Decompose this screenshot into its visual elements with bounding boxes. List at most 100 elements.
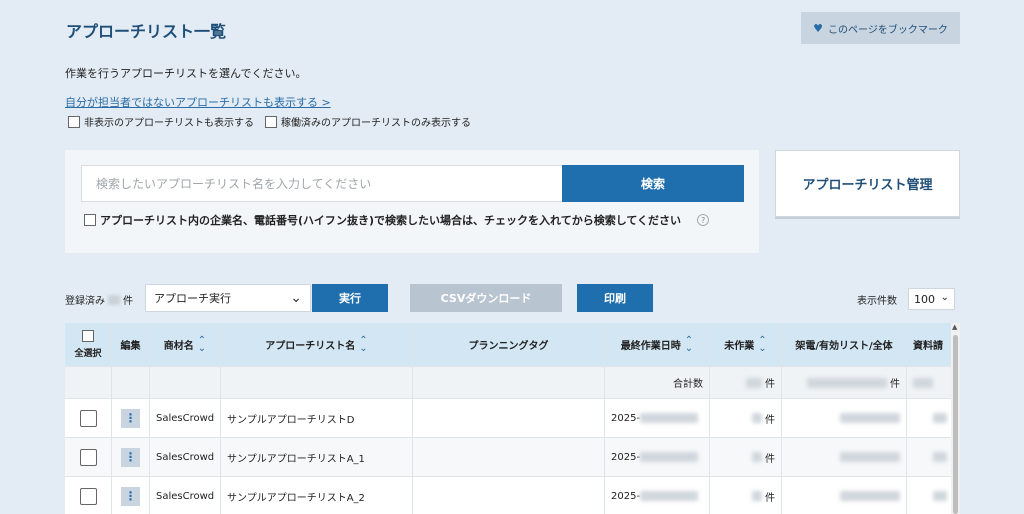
total-label: 合計数 xyxy=(605,367,710,399)
total-row: 合計数 件 件 xyxy=(65,367,951,399)
manage-list-button[interactable]: アプローチリスト管理 xyxy=(775,150,960,217)
list-name-cell[interactable]: サンプルアプローチリストA_2 xyxy=(221,477,413,514)
sort-icon[interactable]: ⌃ ⌄ xyxy=(685,335,693,353)
calls-header: 架電/有効リスト/全体 xyxy=(782,323,907,367)
undone-header[interactable]: 未作業 ⌃ ⌄ xyxy=(710,323,782,367)
show-hidden-checkbox[interactable] xyxy=(68,115,80,128)
bookmark-button[interactable]: ♥ このページをブックマーク xyxy=(801,12,960,44)
table-row[interactable]: ⋮ SalesCrowd サンプルアプローチリストA_2 2025- 件 xyxy=(65,477,951,514)
last-date-header-label: 最終作業日時 xyxy=(620,341,681,352)
table-row[interactable]: ⋮ SalesCrowd サンプルアプローチリストD 2025- 件 xyxy=(65,399,951,438)
redacted-value xyxy=(933,413,947,423)
total-calls: 件 xyxy=(782,367,907,399)
last-date-cell: 2025- xyxy=(605,438,710,477)
company-search-option[interactable]: アプローチリスト内の企業名、電話番号(ハイフン抜き)で検索したい場合は、チェック… xyxy=(84,212,710,228)
run-button[interactable]: 実行 xyxy=(312,284,388,312)
calls-cell xyxy=(782,477,907,514)
bulk-action-select[interactable]: アプローチ実行 ⌄ xyxy=(145,284,311,312)
calls-cell xyxy=(782,438,907,477)
row-checkbox[interactable] xyxy=(79,409,97,427)
search-button[interactable]: 検索 xyxy=(562,165,744,202)
select-all-checkbox[interactable] xyxy=(82,330,94,342)
list-name-cell[interactable]: サンプルアプローチリストA_1 xyxy=(221,438,413,477)
company-search-checkbox[interactable] xyxy=(84,214,96,226)
edit-header: 編集 xyxy=(112,323,150,367)
total-material xyxy=(907,367,951,399)
heart-icon: ♥ xyxy=(813,21,824,35)
total-undone: 件 xyxy=(710,367,782,399)
scroll-thumb[interactable] xyxy=(953,335,958,514)
redacted-value xyxy=(840,452,900,462)
tag-cell xyxy=(413,438,605,477)
redacted-value xyxy=(752,452,762,462)
list-name-cell[interactable]: サンプルアプローチリストD xyxy=(221,399,413,438)
select-all-header[interactable]: 全選択 xyxy=(65,323,112,367)
kebab-icon[interactable]: ⋮ xyxy=(121,408,140,428)
active-only-label: 稼働済みのアプローチリストのみ表示する xyxy=(281,118,471,129)
redacted-value xyxy=(933,452,947,462)
csv-download-button[interactable]: CSVダウンロード xyxy=(410,284,562,312)
last-date-cell: 2025- xyxy=(605,477,710,514)
material-header: 資料請 xyxy=(907,323,951,367)
row-checkbox[interactable] xyxy=(79,487,97,505)
redacted-value xyxy=(640,452,699,462)
redacted-value xyxy=(640,491,699,501)
product-header[interactable]: 商材名 ⌃ ⌄ xyxy=(150,323,221,367)
company-search-label: アプローチリスト内の企業名、電話番号(ハイフン抜き)で検索したい場合は、チェック… xyxy=(100,214,682,227)
redacted-value xyxy=(640,413,699,423)
instruction-text: 作業を行うアプローチリストを選んでください。 xyxy=(65,67,307,80)
material-cell xyxy=(907,399,951,438)
table-row[interactable]: ⋮ SalesCrowd サンプルアプローチリストA_1 2025- 件 xyxy=(65,438,951,477)
redacted-value xyxy=(840,413,900,423)
help-icon[interactable]: ? xyxy=(697,214,710,226)
list-name-header[interactable]: アプローチリスト名 ⌃ ⌄ xyxy=(221,323,413,367)
table-scrollbar[interactable]: ▲ xyxy=(951,323,960,514)
redacted-value xyxy=(746,377,762,388)
material-cell xyxy=(907,438,951,477)
registered-suffix: 件 xyxy=(123,296,133,307)
material-cell xyxy=(907,477,951,514)
product-cell: SalesCrowd xyxy=(150,477,221,514)
redacted-value xyxy=(840,491,900,501)
active-only-filter[interactable]: 稼働済みのアプローチリストのみ表示する xyxy=(265,114,471,129)
tag-cell xyxy=(413,477,605,514)
undone-header-label: 未作業 xyxy=(724,341,755,352)
bulk-action-value: アプローチ実行 xyxy=(154,292,231,305)
search-input[interactable] xyxy=(81,165,562,202)
undone-cell: 件 xyxy=(710,477,782,514)
kebab-icon[interactable]: ⋮ xyxy=(121,447,140,467)
sort-icon[interactable]: ⌃ ⌄ xyxy=(198,335,206,353)
redacted-value xyxy=(933,491,947,501)
table-header-row: 全選択 編集 商材名 ⌃ ⌄ アプローチリスト名 ⌃ ⌄ プランニングタグ 最終作業… xyxy=(65,323,951,367)
registered-number-redacted xyxy=(108,294,120,305)
product-cell: SalesCrowd xyxy=(150,399,221,438)
display-count-select[interactable]: 100 ⌄ xyxy=(908,288,955,310)
bookmark-label: このページをブックマーク xyxy=(828,24,948,36)
display-count-label: 表示件数 xyxy=(857,296,897,307)
show-others-link[interactable]: 自分が担当者ではないアプローチリストも表示する > xyxy=(65,94,331,110)
chevron-down-icon: ⌄ xyxy=(940,292,949,303)
show-hidden-label: 非表示のアプローチリストも表示する xyxy=(84,118,254,129)
registered-prefix: 登録済み xyxy=(65,296,105,307)
page-title: アプローチリスト一覧 xyxy=(66,22,227,41)
undone-cell: 件 xyxy=(710,399,782,438)
select-all-label: 全選択 xyxy=(74,349,102,359)
row-checkbox[interactable] xyxy=(79,448,97,466)
redacted-value xyxy=(752,413,762,423)
list-name-header-label: アプローチリスト名 xyxy=(265,341,356,352)
sort-icon[interactable]: ⌃ ⌄ xyxy=(758,335,766,353)
last-date-header[interactable]: 最終作業日時 ⌃ ⌄ xyxy=(605,323,710,367)
tag-header: プランニングタグ xyxy=(413,323,605,367)
redacted-value xyxy=(913,377,933,388)
show-hidden-filter[interactable]: 非表示のアプローチリストも表示する xyxy=(68,114,254,129)
product-cell: SalesCrowd xyxy=(150,438,221,477)
last-date-cell: 2025- xyxy=(605,399,710,438)
sort-icon[interactable]: ⌃ ⌄ xyxy=(359,335,367,353)
display-count-value: 100 xyxy=(914,292,935,306)
chevron-down-icon: ⌄ xyxy=(290,290,302,306)
active-only-checkbox[interactable] xyxy=(265,115,277,128)
kebab-icon[interactable]: ⋮ xyxy=(121,486,140,506)
undone-cell: 件 xyxy=(710,438,782,477)
scroll-up-icon[interactable]: ▲ xyxy=(952,323,957,331)
print-button[interactable]: 印刷 xyxy=(577,284,653,312)
